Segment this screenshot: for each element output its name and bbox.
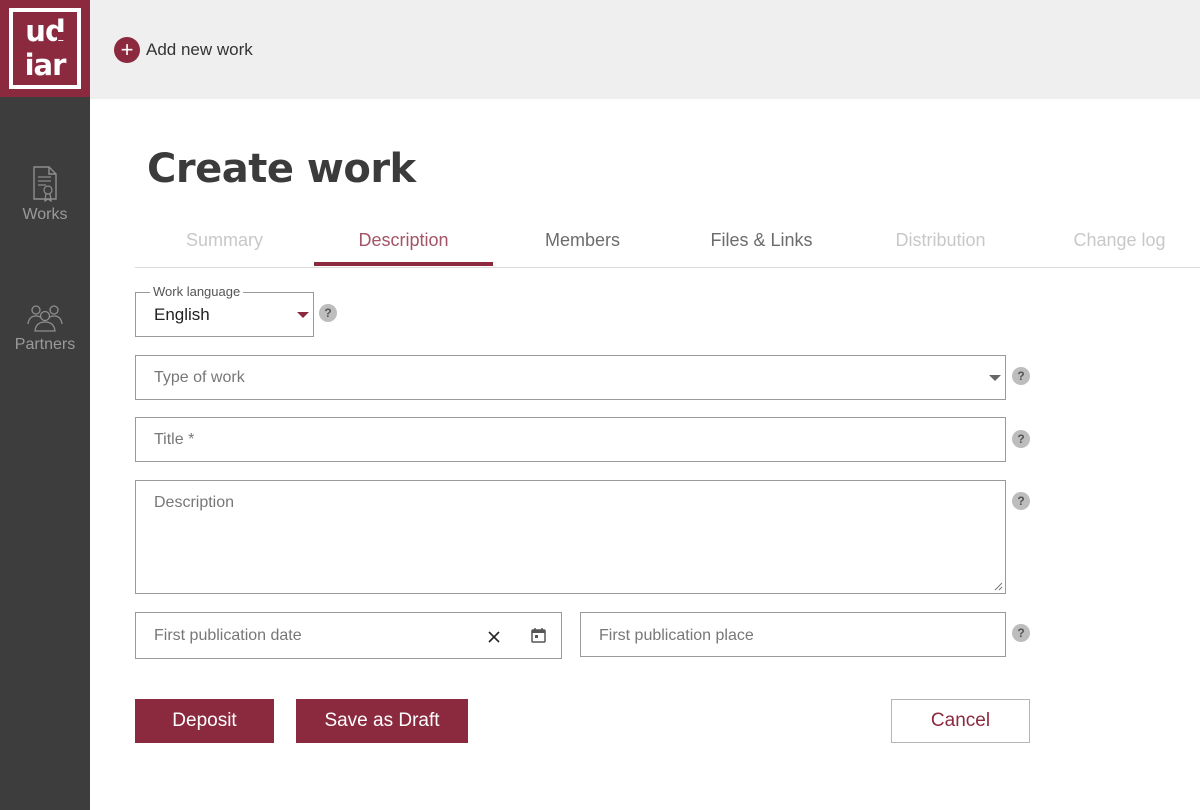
active-tab-indicator <box>314 262 493 266</box>
work-language-label: Work language <box>150 285 244 299</box>
sidebar-item-label: Partners <box>14 336 76 353</box>
first-publication-date-field[interactable]: First publication date <box>135 612 562 659</box>
sidebar: ud iar Works Partners <box>0 0 90 810</box>
description-help-icon[interactable]: ? <box>1012 492 1030 510</box>
first-publication-place-field[interactable]: First publication place <box>580 612 1006 657</box>
tab-change-log[interactable]: Change log <box>1030 218 1200 267</box>
logo-frame: ud iar <box>9 8 81 89</box>
tab-members[interactable]: Members <box>493 218 672 267</box>
calendar-icon[interactable] <box>531 627 546 643</box>
cancel-button[interactable]: Cancel <box>891 699 1030 743</box>
first-publication-place-placeholder: First publication place <box>599 627 754 644</box>
title-field[interactable]: Title * <box>135 417 1006 462</box>
type-of-work-select[interactable]: Type of work <box>135 355 1006 400</box>
add-new-work-button[interactable]: + Add new work <box>114 36 253 64</box>
type-of-work-help-icon[interactable]: ? <box>1012 367 1030 385</box>
tab-summary[interactable]: Summary <box>135 218 314 267</box>
sidebar-item-partners[interactable]: Partners <box>0 302 90 354</box>
first-publication-date-placeholder: First publication date <box>154 627 302 644</box>
logo-text-top: ud <box>25 14 65 48</box>
description-textarea[interactable]: Description <box>135 480 1006 594</box>
logo[interactable]: ud iar <box>0 0 90 97</box>
page-title: Create work <box>147 146 416 192</box>
plus-circle-icon: + <box>114 37 140 63</box>
tab-files-links[interactable]: Files & Links <box>672 218 851 267</box>
clear-icon[interactable] <box>488 631 500 643</box>
description-placeholder: Description <box>154 494 235 511</box>
save-as-draft-button[interactable]: Save as Draft <box>296 699 468 743</box>
work-language-help-icon[interactable]: ? <box>319 304 337 322</box>
deposit-button[interactable]: Deposit <box>135 699 274 743</box>
title-placeholder: Title * <box>154 431 195 448</box>
chevron-down-icon <box>297 312 309 318</box>
tab-bar: Summary Description Members Files & Link… <box>135 218 1200 268</box>
chevron-down-icon <box>989 375 1001 381</box>
work-language-select[interactable]: Work language English <box>135 285 314 337</box>
document-certificate-icon <box>33 166 57 202</box>
tab-description[interactable]: Description <box>314 218 493 267</box>
publication-help-icon[interactable]: ? <box>1012 624 1030 642</box>
title-help-icon[interactable]: ? <box>1012 430 1030 448</box>
work-language-value: English <box>154 305 210 324</box>
add-new-work-label: Add new work <box>146 40 253 59</box>
sidebar-item-label: Works <box>22 206 68 223</box>
tab-distribution[interactable]: Distribution <box>851 218 1030 267</box>
type-of-work-placeholder: Type of work <box>154 369 245 386</box>
resize-handle-icon[interactable] <box>993 581 1003 591</box>
logo-text-bottom: iar <box>24 48 67 82</box>
people-group-icon <box>27 305 63 332</box>
sidebar-item-works[interactable]: Works <box>0 166 90 224</box>
top-bar: + Add new work <box>90 0 1200 99</box>
lock-icon <box>57 32 65 40</box>
